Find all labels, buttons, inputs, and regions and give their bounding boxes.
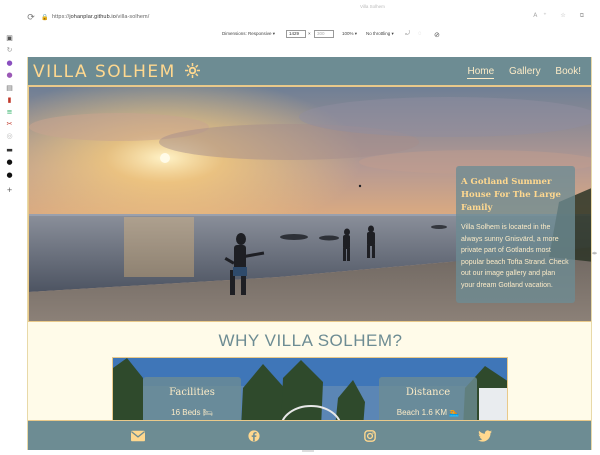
address-bar: ⟳ 🔒 https://johanplar.github.io/villa-so… <box>0 0 600 28</box>
sensor-icon[interactable]: ◌ <box>418 31 422 37</box>
reload-icon[interactable]: ⟳ <box>26 13 36 23</box>
throttling-label: No throttling <box>366 31 391 36</box>
list-icon[interactable]: ≡ <box>5 108 14 117</box>
main-nav: Home Gallery Book! <box>455 66 581 79</box>
github-icon[interactable]: ● <box>5 158 14 167</box>
feature-text: Beach 1.6 KM <box>396 408 448 417</box>
logo-text: VILLA SOLHEM <box>33 62 176 82</box>
feature-text-row: 16 Beds 🛏 <box>143 408 241 417</box>
bottom-resize-handle[interactable] <box>302 450 314 452</box>
times-sign: × <box>308 31 311 36</box>
bed-icon: 🛏 <box>202 408 213 417</box>
settings-icon[interactable]: ◎ <box>5 132 14 141</box>
browser-sidebar: ▣ ↻ ● ● ▤ ▮ ≡ ✂ ◎ ▬ ● ● + <box>0 28 20 455</box>
extension-icon[interactable]: ● <box>5 71 14 80</box>
add-icon[interactable]: + <box>5 186 14 195</box>
url-host: johanplar.github.io <box>69 14 116 20</box>
document-icon[interactable]: ▤ <box>5 84 14 93</box>
swimmer-icon: 🏊 <box>449 408 460 417</box>
instagram-icon[interactable] <box>363 430 377 442</box>
wallet-icon[interactable]: ▬ <box>5 146 14 155</box>
responsive-toolbar: Dimensions: Responsive ▾ 1429 × 300 100%… <box>0 28 600 42</box>
twitter-icon[interactable] <box>478 430 492 442</box>
zoom-select[interactable]: 100% ▾ <box>342 31 357 37</box>
height-input[interactable]: 300 <box>314 30 334 38</box>
feature-text: 16 Beds <box>171 408 201 417</box>
feature-title: Facilities <box>169 387 215 398</box>
envelope-icon[interactable] <box>131 430 145 442</box>
browser-actions-icon[interactable]: A⁺ ☆ ⧉ <box>533 12 590 20</box>
nav-home[interactable]: Home <box>467 66 495 79</box>
features-section: Facilities 16 Beds 🛏 Distance Beach 1.6 … <box>112 357 508 427</box>
browser-window: ⟳ 🔒 https://johanplar.github.io/villa-so… <box>0 0 600 455</box>
why-heading: WHY VILLA SOLHEM? <box>218 331 403 350</box>
site-navbar: VILLA SOLHEM Home Gallery Book! <box>28 57 591 86</box>
throttling-select[interactable]: No throttling ▾ <box>366 31 394 37</box>
tab-icon[interactable]: ▣ <box>5 34 14 43</box>
resize-handle-icon[interactable]: ⇹ <box>592 250 597 257</box>
devtools-close-icon[interactable]: ⊘ <box>434 31 440 39</box>
url-path: /villa-solhem/ <box>115 14 150 20</box>
dimensions-label: Dimensions: Responsive <box>222 31 272 36</box>
width-input[interactable]: 1429 <box>286 30 306 38</box>
url-field[interactable]: https://johanplar.github.io/villa-solhem… <box>52 14 149 20</box>
github-icon[interactable]: ● <box>5 171 14 180</box>
nav-book[interactable]: Book! <box>555 66 581 77</box>
nav-gallery[interactable]: Gallery <box>509 66 541 77</box>
zoom-label: 100% <box>342 31 354 36</box>
hero-text: Villa Solhem is located in the always su… <box>461 224 569 289</box>
site-footer <box>28 420 591 450</box>
feature-text-row: Beach 1.6 KM 🏊 <box>379 408 477 417</box>
page-viewport: VILLA SOLHEM Home Gallery Book! A Gotlan… <box>27 57 592 450</box>
feature-title: Distance <box>405 387 451 398</box>
url-scheme: https:// <box>52 14 70 20</box>
hero-title: A Gotland Summer House For The Large Fam… <box>461 177 561 213</box>
facebook-icon[interactable] <box>247 430 261 442</box>
tab-title: Villa Solhem <box>360 4 385 9</box>
dimensions-select[interactable]: Dimensions: Responsive ▾ <box>222 31 275 37</box>
lock-icon[interactable]: 🔒 <box>40 13 50 23</box>
history-icon[interactable]: ↻ <box>5 46 14 55</box>
bookmark-icon[interactable]: ▮ <box>5 96 14 105</box>
site-logo[interactable]: VILLA SOLHEM <box>33 62 200 82</box>
tool-icon[interactable]: ✂ <box>5 120 14 129</box>
sun-icon <box>184 63 200 78</box>
rotate-icon[interactable]: ⤾ <box>405 31 410 38</box>
extension-icon[interactable]: ● <box>5 59 14 68</box>
hero-section: A Gotland Summer House For The Large Fam… <box>28 86 591 322</box>
hero-card: A Gotland Summer House For The Large Fam… <box>456 166 575 303</box>
